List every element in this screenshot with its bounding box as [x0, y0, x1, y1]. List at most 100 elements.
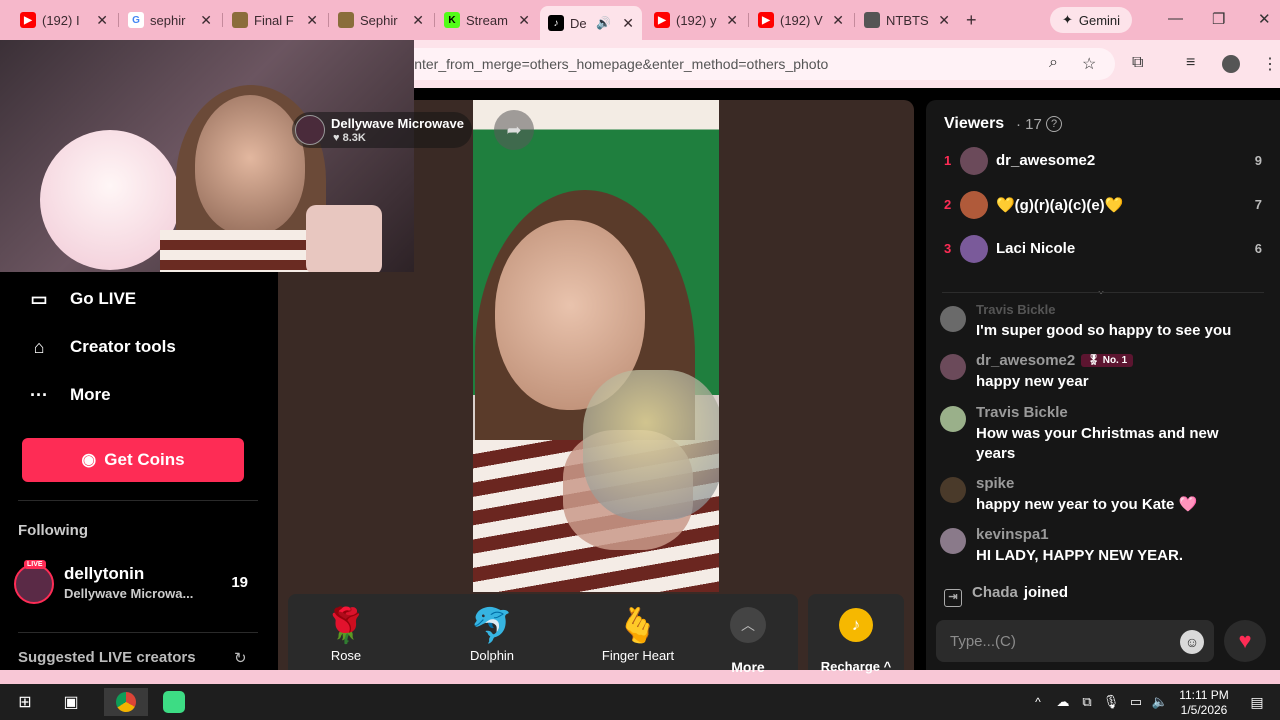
chat-message: spike happy new year to you Kate 🩷 [940, 475, 1260, 517]
close-window-icon[interactable]: ✕ [1258, 10, 1271, 28]
system-clock[interactable]: 11:11 PM 1/5/2026 [1176, 688, 1232, 718]
new-tab-button[interactable]: + [966, 10, 977, 31]
sidebar-item-creator-tools[interactable]: ⌂ Creator tools [26, 336, 176, 358]
youtube-icon: ▶ [654, 12, 670, 28]
browser-tab-youtube-3[interactable]: ▶ (192) V ✕ [750, 6, 852, 34]
chat-message: dr_awesome2 🎖 No. 1 happy new year [940, 352, 1260, 394]
chat-divider [942, 292, 1264, 293]
gifts-more-button[interactable]: More [718, 659, 778, 675]
audio-playing-icon[interactable]: 🔊 [596, 16, 611, 30]
help-icon[interactable]: ? [1046, 116, 1062, 132]
minimize-icon[interactable]: — [1168, 10, 1183, 27]
browser-tab-ntbts[interactable]: NTBTS ✕ [856, 6, 958, 34]
avatar[interactable] [940, 354, 966, 380]
live-video[interactable] [473, 100, 719, 592]
browser-tab-youtube-1[interactable]: ▶ (192) I ✕ [12, 6, 116, 34]
restore-icon[interactable]: ❐ [1212, 10, 1225, 28]
refresh-icon[interactable]: ↻ [234, 649, 247, 667]
windows-start-icon[interactable]: ⊞ [12, 688, 38, 716]
youtube-icon: ▶ [758, 12, 774, 28]
close-tab-icon[interactable]: ✕ [622, 15, 634, 32]
youtube-icon: ▶ [20, 12, 36, 28]
chat-message: Travis Bickle How was your Christmas and… [940, 404, 1260, 466]
zoom-icon[interactable]: ⌕ [1049, 54, 1058, 72]
web-icon [338, 12, 354, 28]
browser-menu-icon[interactable]: ⋮ [1262, 54, 1278, 74]
sidebar-divider [18, 632, 258, 633]
gemini-sparkle-icon: ✦ [1061, 12, 1073, 27]
tiktok-icon: ♪ [548, 15, 564, 31]
avatar: LIVE [14, 560, 54, 604]
notification-icon[interactable]: ▤ [1246, 688, 1268, 716]
wifi-icon[interactable]: ▭ [1126, 688, 1146, 716]
chat-input[interactable] [936, 620, 1214, 662]
viewer-rank-row[interactable]: 2 💛(g)(r)(a)(c)(e)💛 7 [940, 190, 1266, 222]
suggested-live-label: Suggested LIVE creators [18, 649, 196, 666]
more-dots-icon: ··· [30, 384, 48, 405]
gift-finger-heart[interactable]: 🫰 Finger Heart [588, 604, 688, 663]
avatar[interactable] [940, 406, 966, 432]
task-view-icon[interactable]: ▣ [58, 688, 84, 716]
stream-likes: ♥ 8.3K [333, 132, 366, 144]
microphone-icon[interactable]: 🎙 [1102, 688, 1120, 716]
close-tab-icon[interactable]: ✕ [832, 12, 844, 29]
gift-dolphin[interactable]: 🐬 Dolphin [442, 604, 542, 663]
get-coins-button[interactable]: ◉ Get Coins [22, 438, 244, 482]
browser-tab-youtube-2[interactable]: ▶ (192) y ✕ [646, 6, 746, 34]
browser-tab-final[interactable]: Final F ✕ [224, 6, 326, 34]
google-icon: G [128, 12, 144, 28]
profile-avatar-icon[interactable] [1222, 55, 1240, 73]
browser-tab-kick[interactable]: K Stream ✕ [436, 6, 538, 34]
volume-icon[interactable]: 🔈 [1150, 688, 1170, 716]
avatar[interactable] [940, 528, 966, 554]
viewer-rank-row[interactable]: 1 dr_awesome2 9 [940, 146, 1266, 178]
close-tab-icon[interactable]: ✕ [518, 12, 530, 29]
web-icon [232, 12, 248, 28]
close-tab-icon[interactable]: ✕ [726, 12, 738, 29]
tiktok-coin-icon[interactable]: ♪ [839, 608, 873, 642]
avatar[interactable] [940, 306, 966, 332]
chevron-up-icon[interactable]: ︿ [730, 607, 766, 643]
chat-message: Travis Bickle I'm super good so happy to… [940, 302, 1260, 342]
gemini-button[interactable]: ✦ Gemini [1050, 7, 1132, 33]
like-heart-button[interactable]: ♥ [1224, 620, 1266, 662]
recharge-button[interactable]: Recharge ^ [810, 659, 902, 674]
share-icon[interactable]: ➦ [494, 110, 534, 150]
sidebar-item-go-live[interactable]: ▭ Go LIVE [26, 288, 136, 310]
chrome-taskbar-icon[interactable] [104, 688, 148, 716]
dolphin-icon: 🐬 [470, 607, 514, 645]
network-icon[interactable]: ⧉ [1078, 688, 1096, 716]
browser-tab-tiktok-active[interactable]: ♪ De 🔊 ✕ [540, 6, 642, 40]
streamer-name[interactable]: Dellywave Microwave [331, 116, 464, 131]
chevron-up-icon[interactable]: ^ [1030, 688, 1046, 716]
avatar[interactable] [940, 477, 966, 503]
media-control-icon[interactable]: ≡ [1186, 54, 1195, 72]
close-tab-icon[interactable]: ✕ [938, 12, 950, 29]
video-camera-icon: ▭ [30, 288, 48, 309]
bookmark-star-icon[interactable]: ☆ [1082, 54, 1096, 74]
chevron-down-icon[interactable]: ⌄ [1096, 283, 1106, 297]
browser-tab-google[interactable]: G sephir ✕ [120, 6, 220, 34]
viewers-title: Viewers [944, 115, 1005, 132]
gift-rose[interactable]: 🌹 Rose [296, 604, 396, 663]
cloud-icon[interactable]: ☁ [1054, 688, 1072, 716]
webcam-overlay [0, 40, 414, 272]
app-taskbar-icon[interactable] [160, 688, 188, 716]
extensions-icon[interactable]: ⧉ [1132, 54, 1143, 72]
finger-heart-icon: 🫰 [616, 607, 660, 645]
viewers-count: · 17 [1016, 116, 1042, 133]
close-tab-icon[interactable]: ✕ [306, 12, 318, 29]
browser-tab-sephir[interactable]: Sephir ✕ [330, 6, 432, 34]
sidebar-item-more[interactable]: ··· More [26, 384, 111, 406]
enter-icon: ⇥ [944, 589, 962, 607]
viewer-rank-row[interactable]: 3 Laci Nicole 6 [940, 234, 1266, 266]
emoji-icon[interactable]: ☺ [1180, 630, 1204, 654]
avatar [960, 147, 988, 175]
following-item-dellytonin[interactable]: LIVE dellytonin Dellywave Microwa... 19 [14, 560, 254, 606]
close-tab-icon[interactable]: ✕ [200, 12, 212, 29]
top-gifter-badge: 🎖 No. 1 [1081, 354, 1134, 367]
web-icon [864, 12, 880, 28]
close-tab-icon[interactable]: ✕ [96, 12, 108, 29]
streamer-avatar[interactable] [295, 115, 325, 145]
close-tab-icon[interactable]: ✕ [412, 12, 424, 29]
